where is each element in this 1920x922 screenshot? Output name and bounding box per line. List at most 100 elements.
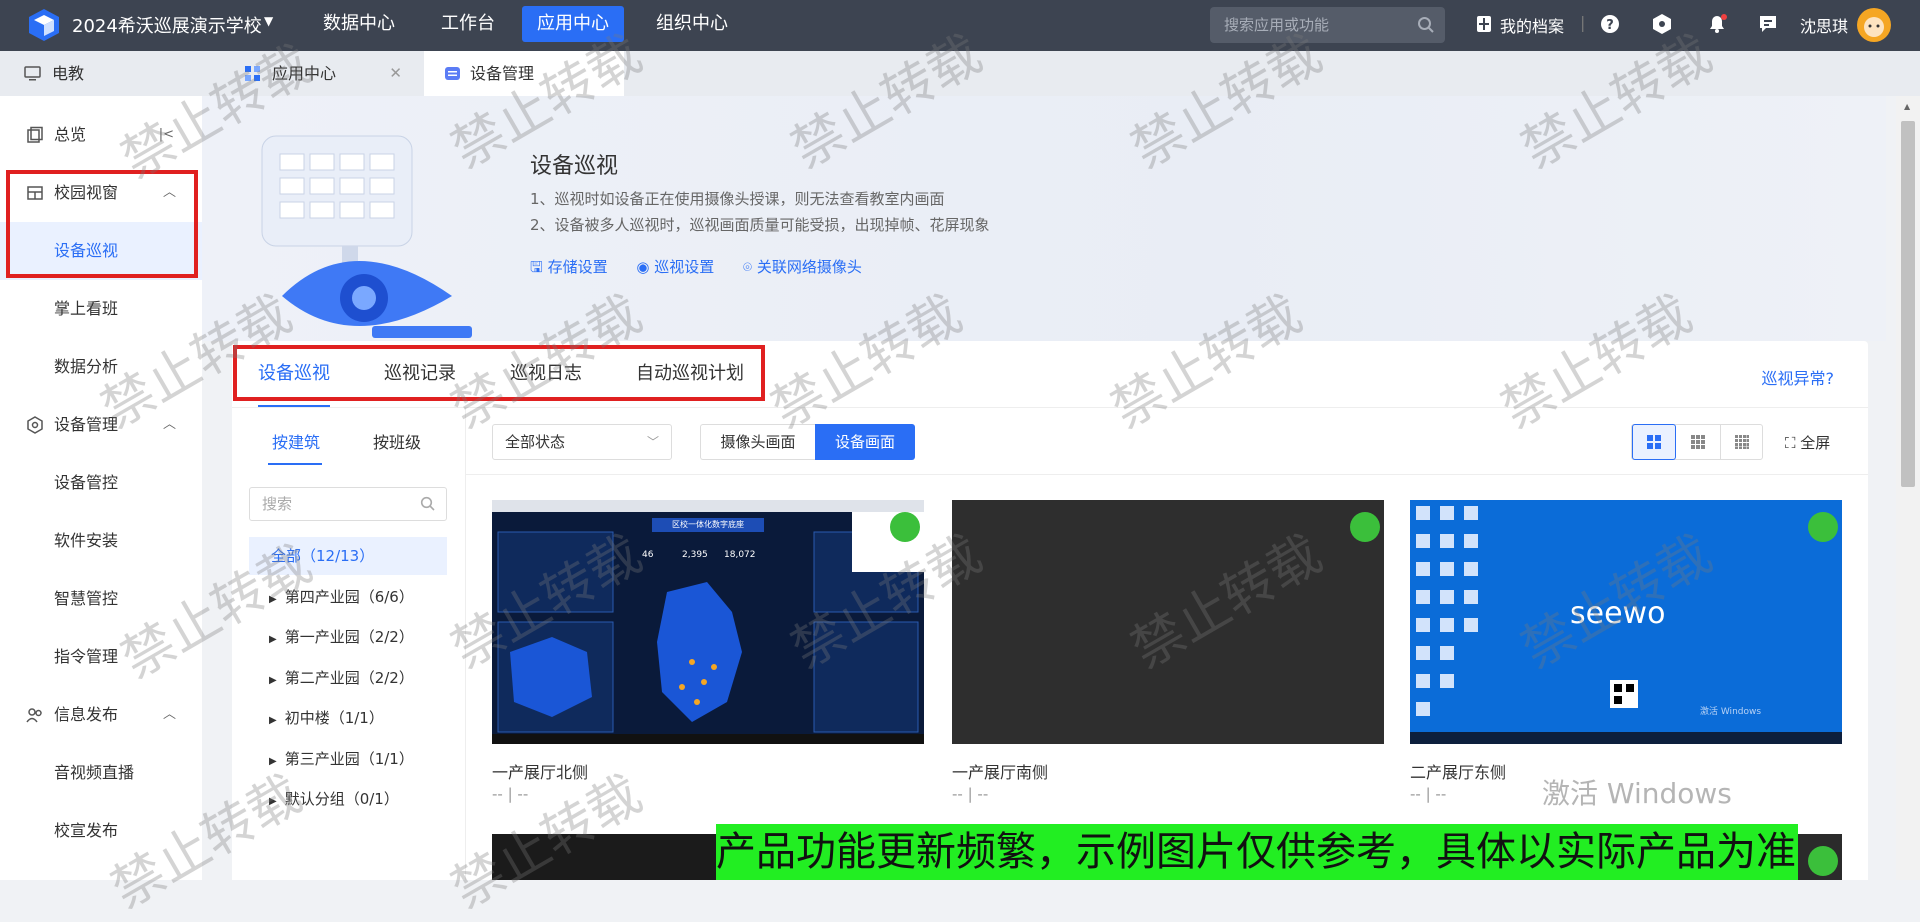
save-icon: 🖫 [530,258,543,276]
page-tab-label: 应用中心 [272,64,337,83]
divider [1720,425,1721,459]
scrollbar-thumb[interactable] [1901,121,1915,487]
school-name[interactable]: 2024希沃巡展演示学校 [72,12,262,38]
device-status: -- | -- [1410,785,1447,803]
collapse-icon[interactable]: |< [159,106,174,164]
dashboard-screenshot [492,512,924,744]
grid-3x3-icon[interactable] [1691,435,1705,449]
sidebar-item-class-watch[interactable]: 掌上看班 [0,280,202,338]
search-icon[interactable] [420,496,436,512]
tree-item-label: 第一产业园（2/2） [284,628,414,646]
caret-right-icon[interactable]: ▶ [269,796,277,807]
device-card-2[interactable] [952,500,1384,744]
highlight-box-tabs [233,345,765,401]
caret-right-icon[interactable]: ▶ [269,756,277,767]
windows-activation-overlay: 激活 Windows [1542,777,1732,810]
camera-icon: ⌾ [743,258,753,276]
sidebar-item-live-stream[interactable]: 音视频直播 [0,744,202,802]
page-tab-app-center[interactable]: 应用中心 ✕ [220,51,420,96]
tree-item[interactable]: ▶ 第三产业园（1/1） [269,740,414,778]
link-label: 关联网络摄像头 [756,258,862,276]
caret-right-icon[interactable]: ▶ [269,634,277,645]
sidebar-item-label: 设备管理 [54,415,119,434]
device-status: -- | -- [492,785,529,803]
help-icon[interactable]: ? [1600,14,1620,34]
caret-right-icon[interactable]: ▶ [269,675,277,686]
device-card-3[interactable]: seewo 激活 Windows [1410,500,1842,744]
grid-4x4-icon[interactable] [1735,435,1749,449]
sidebar-item-label: 信息发布 [54,705,119,724]
sidebar-item-data-analysis[interactable]: 数据分析 [0,338,202,396]
fullscreen-button[interactable]: ⛶ 全屏 [1785,432,1830,453]
tree-item[interactable]: ▶ 默认分组（0/1） [269,780,399,818]
browser-bar [492,500,924,512]
storage-settings-link[interactable]: 🖫 存储设置 [530,258,608,276]
archive-icon[interactable] [1476,15,1492,33]
toggle-camera-view[interactable]: 摄像头画面 [700,424,815,460]
sidebar-item-device-control[interactable]: 设备管控 [0,454,202,512]
sidebar-item-device-mgmt[interactable]: 设备管理 ︿ [0,396,202,454]
device-title: 一产展厅北侧 [492,763,589,782]
grid-layout-switch [1631,424,1763,460]
tree-item[interactable]: ▶ 第一产业园（2/2） [269,618,414,656]
video-camera-icon[interactable] [890,512,920,542]
tree-item-label: 默认分组（0/1） [284,790,399,808]
sidebar-item-label: 指令管理 [54,647,119,666]
active-underline [268,463,322,465]
page-scrollbar[interactable]: ▲ [1896,96,1920,880]
settings-hex-icon[interactable] [1652,13,1672,35]
message-icon[interactable] [1758,14,1778,34]
tab-by-building[interactable]: 按建筑 [272,429,320,453]
avatar[interactable] [1856,7,1892,43]
chevron-up-icon[interactable]: ︿ [163,396,176,454]
video-camera-icon[interactable] [1808,512,1838,542]
banner-note-1: 1、巡视时如设备正在使用摄像头授课，则无法查看教室内画面 [530,190,945,208]
page-tab-device-mgmt[interactable]: 设备管理 [424,51,624,96]
sidebar-item-smart-control[interactable]: 智慧管控 [0,570,202,628]
grid-2x2-icon[interactable] [1632,424,1676,460]
patrol-abnormal-link[interactable]: 巡视异常? [1762,365,1835,389]
tree-item[interactable]: ▶ 第二产业园（2/2） [269,659,414,697]
chevron-up-icon[interactable]: ︿ [163,686,176,744]
page-tab-electric[interactable]: 电教 [0,51,200,96]
close-icon[interactable]: ✕ [389,51,402,96]
tree-item[interactable]: ▶ 第四产业园（6/6） [269,578,414,616]
bell-icon[interactable] [1706,13,1728,35]
patrol-settings-link[interactable]: ◉ 巡视设置 [636,258,714,276]
people-icon [26,708,42,723]
caret-right-icon[interactable]: ▶ [269,715,277,726]
nav-data-center[interactable]: 数据中心 [308,6,410,42]
tree-item-all[interactable]: 全部（12/13） [249,537,447,575]
device-status: -- | -- [952,785,989,803]
sidebar-item-info-publish[interactable]: 信息发布 ︿ [0,686,202,744]
banner-note-2: 2、设备被多人巡视时，巡视画面质量可能受损，出现掉帧、花屏现象 [530,216,990,234]
scroll-up-icon[interactable]: ▲ [1904,102,1910,111]
nav-app-center[interactable]: 应用中心 [522,6,624,42]
tree-search-input[interactable]: 搜索 [249,487,447,521]
device-title: 一产展厅南侧 [952,763,1049,782]
user-name[interactable]: 沈思琪 [1800,13,1848,37]
video-camera-icon[interactable] [1808,846,1838,876]
sidebar-item-overview[interactable]: 总览 |< [0,106,202,164]
status-select[interactable]: 全部状态 ﹀ [492,424,672,460]
archive-link[interactable]: 我的档案 [1500,13,1564,37]
toggle-device-view[interactable]: 设备画面 [815,424,915,460]
tab-by-class[interactable]: 按班级 [373,429,421,453]
chevron-down-icon: ﹀ [646,435,659,449]
sidebar-item-label: 数据分析 [54,357,119,376]
search-input[interactable]: 搜索应用或功能 [1210,7,1445,43]
caret-down-icon[interactable]: ▼ [264,14,273,28]
device-card-1[interactable]: 区校一体化数字底座 46 2,395 18,072 [492,500,924,744]
nav-org-center[interactable]: 组织中心 [641,6,743,42]
search-icon[interactable] [1417,16,1435,34]
caret-right-icon[interactable]: ▶ [269,594,277,605]
tree-item[interactable]: ▶ 初中楼（1/1） [269,699,384,737]
link-camera-link[interactable]: ⌾ 关联网络摄像头 [743,258,862,276]
sidebar-item-label: 总览 [54,125,87,144]
sidebar-item-software-install[interactable]: 软件安装 [0,512,202,570]
sidebar-item-campus-publish[interactable]: 校宣发布 [0,802,202,860]
video-camera-icon[interactable] [1350,512,1380,542]
nav-workbench[interactable]: 工作台 [426,6,510,42]
sidebar-item-command-mgmt[interactable]: 指令管理 [0,628,202,686]
page-tab-label: 设备管理 [470,64,535,83]
